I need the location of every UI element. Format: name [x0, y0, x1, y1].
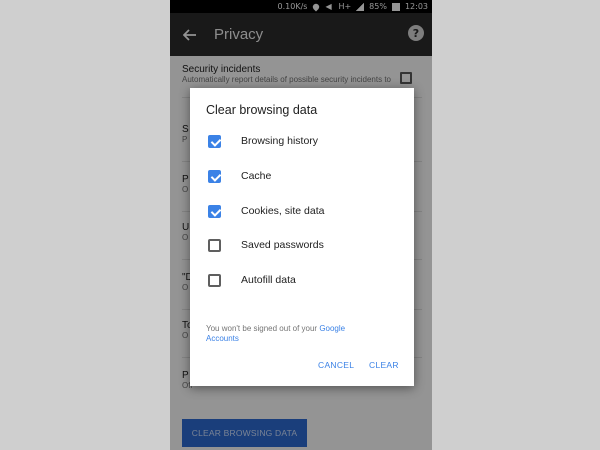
checkbox-unchecked[interactable]: [208, 273, 221, 287]
checkbox-checked[interactable]: [208, 169, 221, 183]
option-autofill-data[interactable]: Autofill data: [208, 270, 398, 290]
option-label: Cache: [241, 170, 272, 182]
clear-button[interactable]: CLEAR: [369, 360, 399, 370]
checkbox-checked[interactable]: [208, 134, 221, 148]
cancel-button[interactable]: CANCEL: [318, 360, 354, 370]
note-text: You won't be signed out of your: [206, 324, 320, 333]
screenshot-stage: 0.10K/s ◀ H+ 85% 12:03 Privacy ? Securit…: [0, 0, 600, 450]
option-label: Saved passwords: [241, 239, 324, 251]
option-label: Autofill data: [241, 274, 296, 286]
checkbox-checked[interactable]: [208, 204, 221, 218]
option-label: Browsing history: [241, 135, 319, 147]
checkbox-unchecked[interactable]: [208, 238, 221, 252]
option-cookies-site-data[interactable]: Cookies, site data: [208, 201, 398, 221]
option-cache[interactable]: Cache: [208, 166, 398, 186]
option-browsing-history[interactable]: Browsing history: [208, 131, 398, 151]
dialog-title: Clear browsing data: [206, 103, 318, 117]
clear-browsing-data-dialog: Clear browsing data Browsing history Cac…: [190, 88, 414, 386]
option-saved-passwords[interactable]: Saved passwords: [208, 235, 398, 255]
sign-out-note: You won't be signed out of your Google A…: [206, 324, 376, 344]
option-label: Cookies, site data: [241, 205, 325, 217]
